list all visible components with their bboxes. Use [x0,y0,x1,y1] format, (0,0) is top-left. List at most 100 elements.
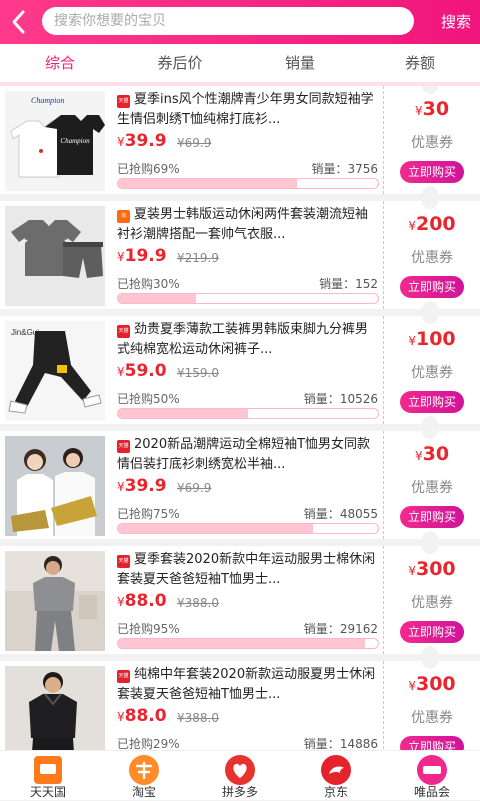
taobao-icon [128,754,160,786]
product-item[interactable]: Jin&Gui 天猫 劲贵夏季薄款工装裤男韩版束脚九分裤男式纯棉宽松运动休闲裤子.… [0,316,480,424]
coupon-notch [422,86,438,94]
coupon-notch [422,546,438,554]
product-title[interactable]: 天猫 2020新品潮牌运动全棉短袖T恤男女同款情侣装打底衫刺绣宽松半袖... [117,435,379,475]
coupon-notch [422,316,438,324]
product-title[interactable]: 天猫 纯棉中年套装2020新款运动服夏男士休闲套装夏天爸爸短袖T恤男士... [117,665,379,705]
coupon-notch [422,661,438,669]
coupon-notch [422,416,438,424]
product-item[interactable]: 天猫 夏季套装2020新款中年运动服男士棉休闲套装夏天爸爸短袖T恤男士... ¥8… [0,546,480,654]
grab-progress-fill [118,294,196,303]
tiantian-mall-icon [32,754,64,786]
coupon-notch [422,301,438,309]
buy-now-button[interactable]: 立即购买 [400,161,464,183]
coupon-notch [422,186,438,194]
grab-progress-fill [118,179,298,188]
product-image[interactable] [5,551,105,651]
nav-item[interactable]: 淘宝 [96,751,192,801]
coupon-amount: ¥200 [408,213,456,235]
product-price: ¥19.9 [117,246,167,266]
product-item[interactable]: 淘夏装男士韩版运动休闲两件套装潮流短袖衬衫潮牌搭配一套帅气衣服... ¥19.9… [0,201,480,309]
original-price: ¥388.0 [177,711,219,725]
nav-label: 京东 [323,785,348,799]
nav-label: 天天国 [29,785,66,799]
nav-item[interactable]: 京东 [288,751,384,801]
grab-progress-fill [118,639,365,648]
shop-badge-icon: 淘 [117,210,130,223]
sales-count: 销量：152 [319,277,378,291]
grab-rate: 已抢购75% [117,507,180,521]
tab-comprehensive[interactable]: 综合 [20,44,100,82]
shop-badge-icon: 天猫 [117,555,130,568]
sales-count: 销量：10526 [303,392,378,406]
sales-count: 销量：3756 [311,162,378,176]
original-price: ¥69.9 [177,481,212,495]
grab-rate: 已抢购29% [117,737,180,750]
buy-now-button[interactable]: 立即购买 [400,506,464,528]
grab-progress-fill [118,409,248,418]
original-price: ¥69.9 [177,136,212,150]
product-image[interactable]: Jin&Gui [5,321,105,421]
coupon-label: 优惠券 [411,595,453,611]
sales-count: 销量：48055 [303,507,378,521]
product-title[interactable]: 淘夏装男士韩版运动休闲两件套装潮流短袖衬衫潮牌搭配一套帅气衣服... [117,205,379,245]
coupon-notch [422,646,438,654]
product-title[interactable]: 天猫 劲贵夏季薄款工装裤男韩版束脚九分裤男式纯棉宽松运动休闲裤子... [117,320,379,360]
buy-now-button[interactable]: 立即购买 [400,276,464,298]
product-title[interactable]: 天猫 夏季ins风个性潮牌青少年男女同款短袖学生情侣刺绣T恤纯棉打底衫... [117,90,379,130]
back-button[interactable] [10,9,32,35]
grab-progress-bar [117,293,379,304]
product-image[interactable]: Champion Champion [5,91,105,191]
buy-now-button[interactable]: 立即购买 [400,736,464,750]
product-image[interactable] [5,666,105,750]
coupon-amount: ¥100 [408,328,456,350]
nav-label: 淘宝 [131,785,156,799]
tab-coupon-amount[interactable]: 券额 [380,44,460,82]
search-input[interactable]: 搜索你想要的宝贝 [42,7,414,35]
sales-count: 销量：14886 [303,737,378,750]
svg-text:Champion: Champion [60,137,90,145]
original-price: ¥159.0 [177,366,219,380]
coupon-notch [422,201,438,209]
sales-count: 销量：29162 [303,622,378,636]
coupon-notch [422,531,438,539]
nav-label: 拼多多 [221,785,258,799]
product-title[interactable]: 天猫 夏季套装2020新款中年运动服男士棉休闲套装夏天爸爸短袖T恤男士... [117,550,379,590]
nav-item[interactable]: 唯品会 [384,751,480,801]
coupon-amount: ¥300 [408,673,456,695]
tab-sales[interactable]: 销量 [260,44,340,82]
product-item[interactable]: 天猫 纯棉中年套装2020新款运动服夏男士休闲套装夏天爸爸短袖T恤男士... ¥8… [0,661,480,750]
search-button[interactable]: 搜索 [436,0,476,44]
thumb-logo-text: Champion [31,96,64,105]
product-image[interactable] [5,206,105,306]
grab-progress-bar [117,178,379,189]
product-item[interactable]: Champion Champion 天猫 夏季ins风个性潮牌青少年男女同款短袖学… [0,86,480,194]
shop-badge-icon: 天猫 [117,670,130,683]
bottom-nav: 天天国 淘宝 拼多多 京东 唯品会 [0,750,480,800]
coupon-label: 优惠券 [411,135,453,151]
grab-rate: 已抢购50% [117,392,180,406]
coupon-label: 优惠券 [411,250,453,266]
shop-badge-icon: 天猫 [117,95,130,108]
coupon-label: 优惠券 [411,480,453,496]
product-image[interactable] [5,436,105,536]
pinduoduo-icon [224,754,256,786]
product-price: ¥88.0 [117,706,167,726]
grab-progress-fill [118,524,313,533]
grab-rate: 已抢购95% [117,622,180,636]
product-item[interactable]: 天猫 2020新品潮牌运动全棉短袖T恤男女同款情侣装打底衫刺绣宽松半袖... ¥3… [0,431,480,539]
chevron-left-icon [12,10,25,34]
nav-item[interactable]: 天天国 [0,751,96,801]
grab-rate: 已抢购69% [117,162,180,176]
buy-now-button[interactable]: 立即购买 [400,621,464,643]
original-price: ¥388.0 [177,596,219,610]
buy-now-button[interactable]: 立即购买 [400,391,464,413]
grab-progress-bar [117,523,379,534]
product-price: ¥88.0 [117,591,167,611]
shop-badge-icon: 天猫 [117,325,130,338]
tab-coupon-price[interactable]: 券后价 [140,44,220,82]
jd-icon [320,754,352,786]
coupon-notch [422,431,438,439]
coupon-label: 优惠券 [411,365,453,381]
nav-item[interactable]: 拼多多 [192,751,288,801]
coupon-amount: ¥30 [414,98,450,120]
